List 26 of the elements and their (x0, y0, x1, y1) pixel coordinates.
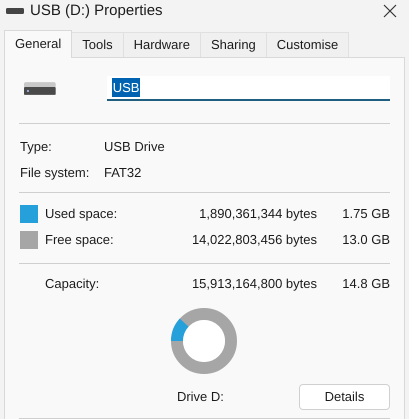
space-bytes: 14,022,803,456 bytes (190, 230, 317, 249)
space-size: 13.0 GB (341, 230, 390, 249)
details-button[interactable]: Details (298, 384, 390, 410)
tab[interactable]: General (4, 30, 72, 58)
space-bytes: 1,890,361,344 bytes (198, 204, 317, 223)
capacity-label: Capacity: (44, 275, 100, 294)
space-size: 1.75 GB (341, 204, 390, 223)
drive-label: Drive D: (176, 388, 225, 406)
field-value: USB Drive (104, 138, 165, 156)
close-icon[interactable] (383, 4, 397, 18)
field-label: Type: (19, 138, 53, 156)
window-title: USB (D:) Properties (30, 1, 164, 21)
space-label: Free space: (45, 230, 115, 249)
disk-usage-donut (168, 306, 238, 376)
name-field[interactable]: USB (106, 76, 390, 101)
tab[interactable]: Customise (266, 32, 350, 56)
drive-icon (24, 82, 56, 95)
field-label: File system: (19, 164, 90, 182)
drive-icon (6, 8, 24, 14)
tab[interactable]: Tools (72, 32, 124, 56)
field-value: FAT32 (104, 164, 142, 182)
tab[interactable]: Sharing (200, 32, 267, 56)
capacity-bytes: 15,913,164,800 bytes (190, 275, 317, 294)
tab[interactable]: Hardware (124, 32, 201, 56)
capacity-size: 14.8 GB (341, 275, 390, 294)
space-label: Used space: (45, 204, 118, 223)
